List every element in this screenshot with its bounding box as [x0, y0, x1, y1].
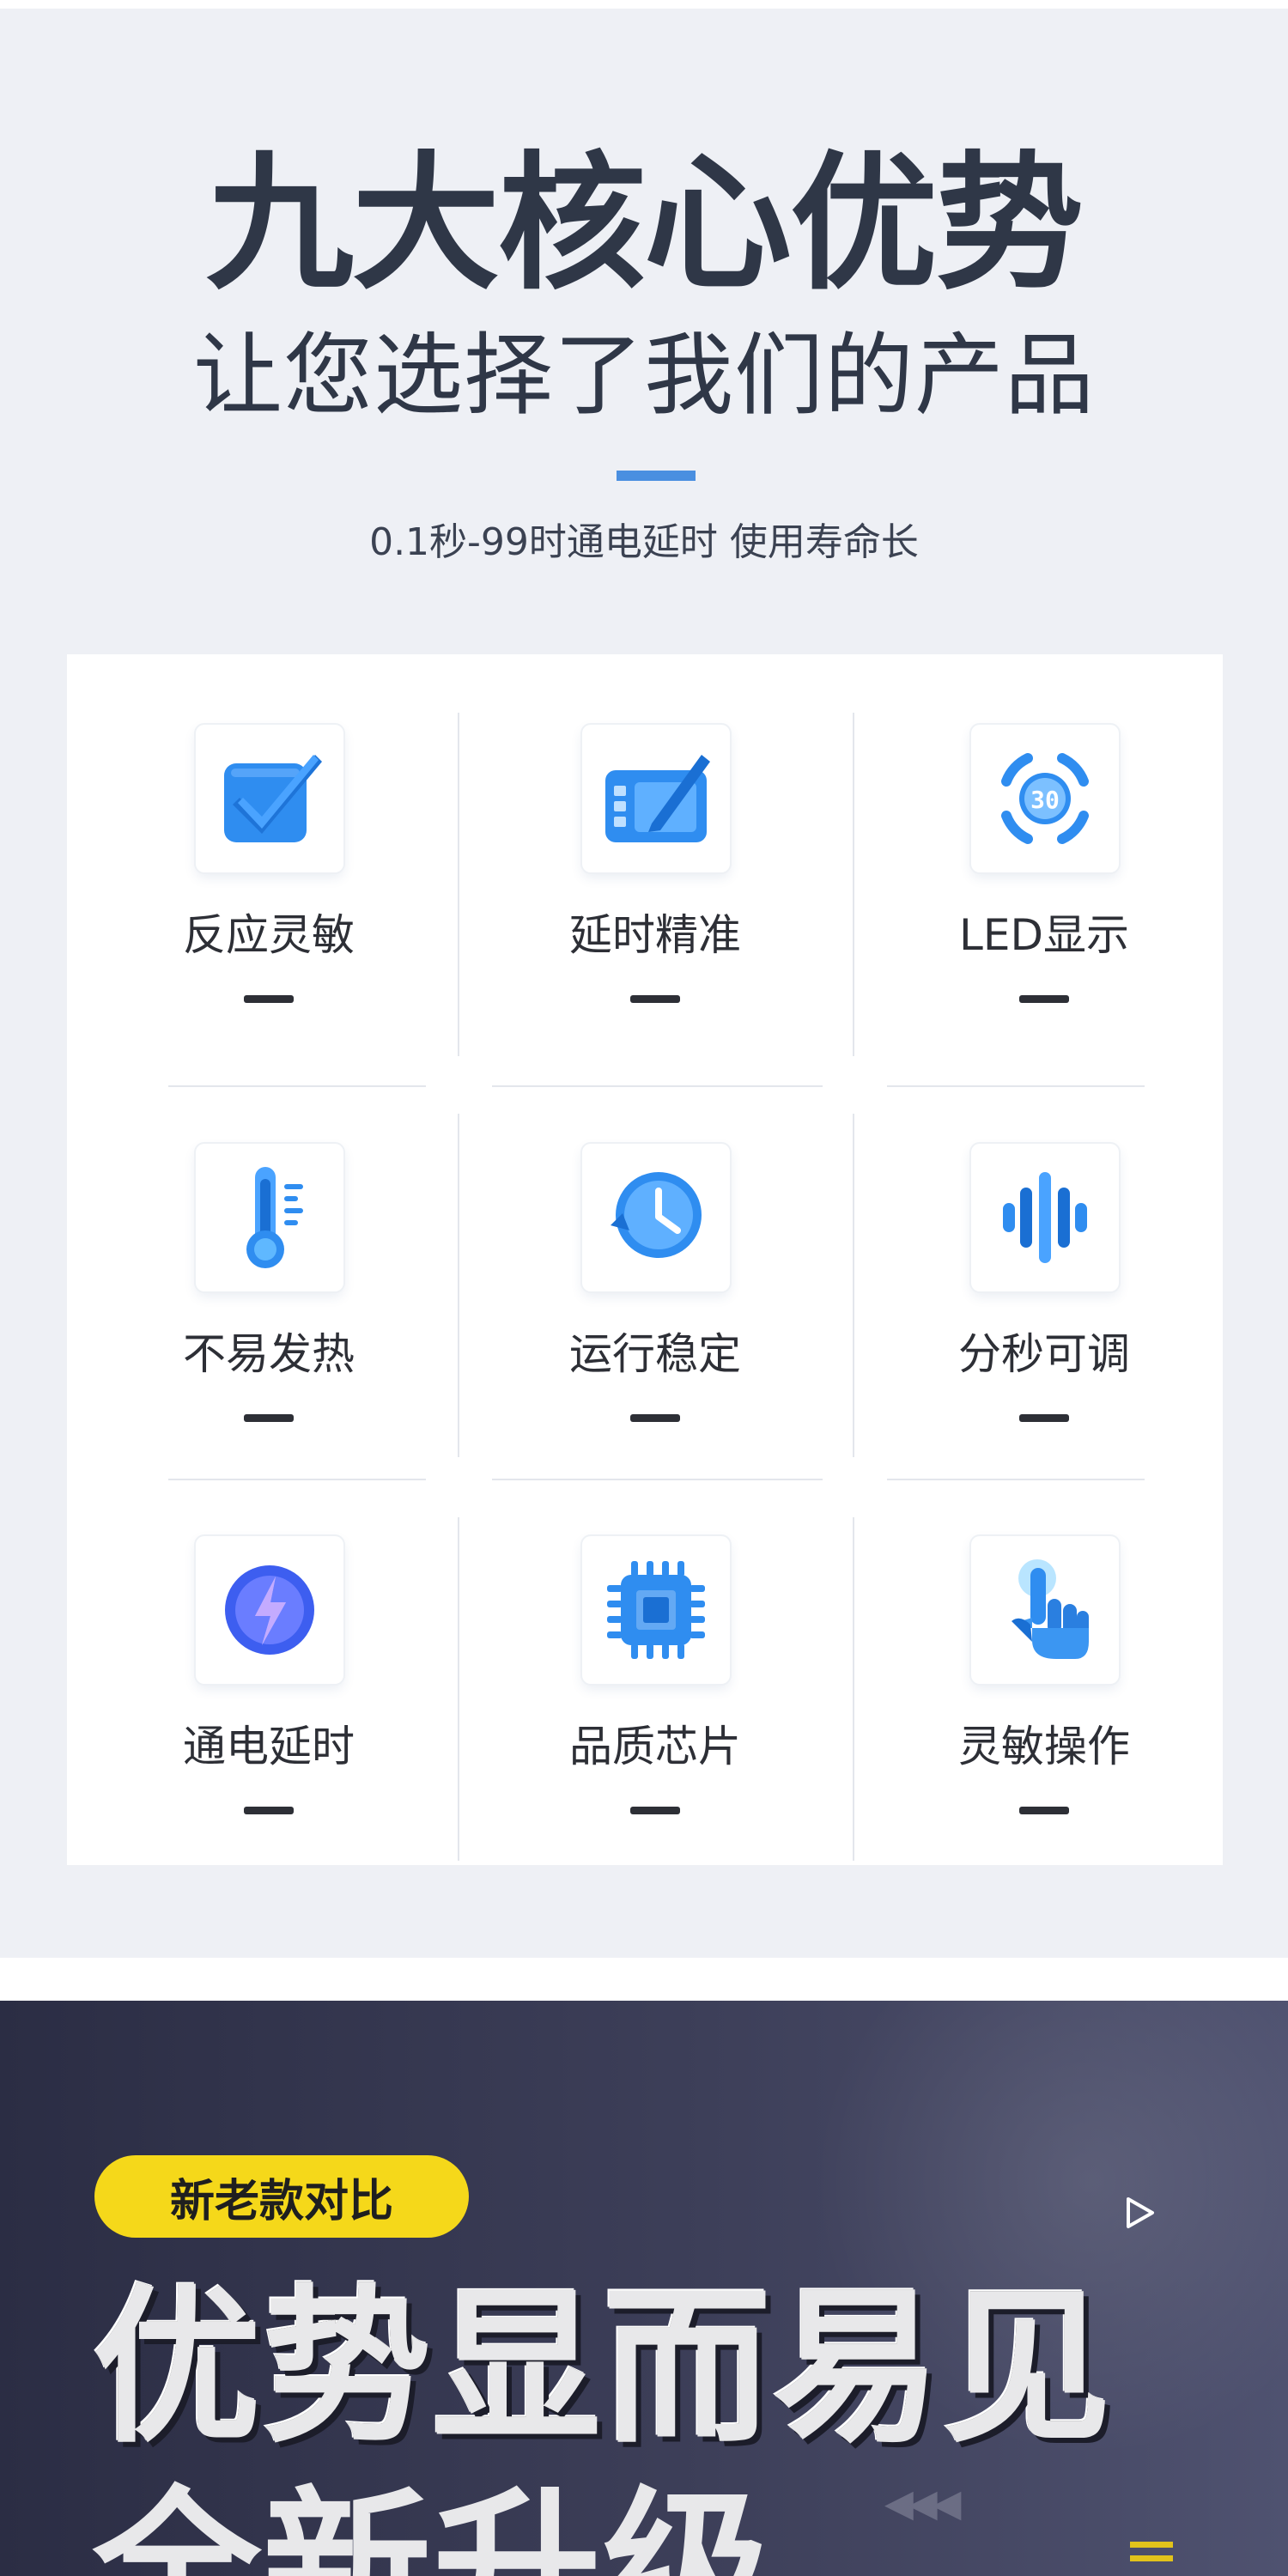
thermometer-icon [196, 1144, 343, 1291]
feature-item: 30 LED显示 [855, 725, 1233, 1068]
feature-label: 分秒可调 [958, 1329, 1130, 1379]
feature-item: 通电延时 [80, 1536, 458, 1880]
feature-dash [244, 1807, 294, 1814]
menu-bars-decoration [1130, 2542, 1173, 2576]
product-detail-page: 九大核心优势 让您选择了我们的产品 0.1秒-99时通电延时 使用寿命长 反应灵… [0, 0, 1288, 2576]
clock-icon [582, 1144, 730, 1291]
feature-dash [244, 1414, 294, 1422]
grid-divider [458, 1114, 459, 1457]
feature-item: 不易发热 [80, 1144, 458, 1487]
feature-item: 反应灵敏 [80, 725, 458, 1068]
feature-item: 分秒可调 [855, 1144, 1233, 1487]
feature-dash [630, 995, 680, 1003]
feature-label: LED显示 [959, 910, 1129, 960]
grid-divider [492, 1085, 823, 1087]
grid-divider [853, 1517, 854, 1861]
feature-dash [630, 1807, 680, 1814]
grid-divider [853, 1114, 854, 1457]
feature-label: 延时精准 [569, 910, 741, 960]
led-digits: 30 [1030, 786, 1060, 814]
chip-icon [582, 1536, 730, 1684]
grid-divider [458, 713, 459, 1056]
grid-divider [853, 713, 854, 1056]
feature-item: 延时精准 [466, 725, 844, 1068]
section-title: 九大核心优势 [206, 137, 1084, 310]
comparison-banner: 新老款对比 优势显而易见 ◀◀◀ 全新升级 [0, 2001, 1288, 2576]
checkbox-icon [196, 725, 343, 872]
sound-wave-icon [971, 1144, 1119, 1291]
feature-label: 不易发热 [183, 1329, 355, 1379]
feature-dash [1019, 995, 1069, 1003]
feature-label: 灵敏操作 [958, 1722, 1130, 1771]
feature-label: 品质芯片 [569, 1722, 741, 1771]
feature-dash [630, 1414, 680, 1422]
grid-divider [887, 1085, 1145, 1087]
grid-divider [458, 1517, 459, 1861]
hand-pointer-icon [971, 1536, 1119, 1684]
feature-label: 反应灵敏 [183, 910, 355, 960]
led-display-icon: 30 [971, 725, 1119, 872]
feature-dash [1019, 1807, 1069, 1814]
section-subtitle: 让您选择了我们的产品 [192, 323, 1095, 428]
feature-label: 运行稳定 [569, 1329, 741, 1379]
play-icon[interactable] [1121, 2194, 1159, 2232]
grid-divider [168, 1085, 426, 1087]
banner-headline-secondary: 全新升级 [93, 2472, 774, 2576]
tablet-pen-icon [582, 725, 730, 872]
advantages-section: 九大核心优势 让您选择了我们的产品 0.1秒-99时通电延时 使用寿命长 反应灵… [0, 9, 1288, 1958]
feature-item: 灵敏操作 [855, 1536, 1233, 1880]
feature-dash [1019, 1414, 1069, 1422]
feature-item: 品质芯片 [466, 1536, 844, 1880]
comparison-badge: 新老款对比 [94, 2155, 469, 2238]
section-tagline: 0.1秒-99时通电延时 使用寿命长 [369, 520, 919, 564]
banner-headline: 优势显而易见 [93, 2284, 1209, 2452]
title-divider [617, 471, 696, 481]
feature-grid: 反应灵敏 延时精准 30 LED显示 不易发热 运行稳定 分秒可调 通电延时 品… [67, 654, 1223, 1865]
feature-item: 运行稳定 [466, 1144, 844, 1487]
feature-dash [244, 995, 294, 1003]
feature-label: 通电延时 [183, 1722, 355, 1771]
lightning-icon [196, 1536, 343, 1684]
